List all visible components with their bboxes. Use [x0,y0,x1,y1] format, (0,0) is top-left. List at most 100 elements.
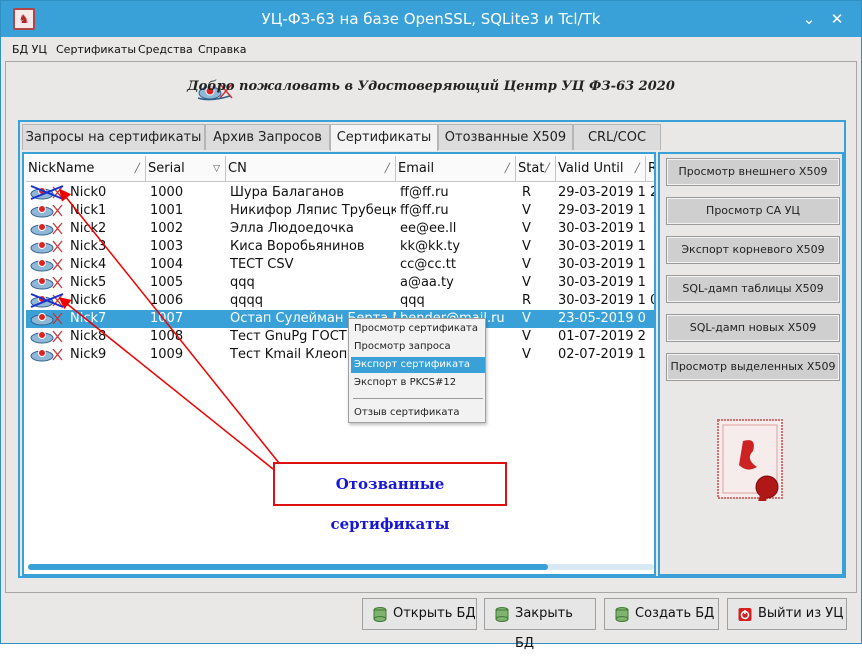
main-window: ♞ УЦ-ФЗ-63 на базе OpenSSL, SQLite3 и Tc… [0,0,862,651]
tab-certificates[interactable]: Сертификаты [330,124,438,151]
menu-tools[interactable]: Средства [138,43,193,56]
table-cell-email: ee@ee.ll [400,221,457,236]
menu-certificates[interactable]: Сертификаты [56,43,136,56]
ctx-view-certificate[interactable]: Просмотр сертификата [351,321,485,337]
table-row[interactable]: Nick0 1000 Шура Балаганов ff@ff.ru R 29-03-20… [26,184,654,202]
table-cell-extra: 28 [650,184,654,202]
table-cell-nick: Nick1 [70,203,107,218]
table-cell-stat: V [522,347,531,362]
minimize-button[interactable]: ⌄ [799,9,819,29]
table-cell-nick: Nick8 [70,329,107,344]
view-external-x509-button[interactable]: Просмотр внешнего X509 [666,158,840,186]
column-header-status[interactable]: Stat ╱ [516,156,556,182]
table-cell-nick: Nick7 [70,311,107,326]
table-cell-serial: 1005 [150,275,184,290]
ctx-export-pkcs12[interactable]: Экспорт в PKCS#12 [351,375,485,391]
table-row[interactable]: Nick1 1001 Никифор Ляпис Трубецкой ff@ff.ru… [26,202,654,220]
table-cell-nick: Nick3 [70,239,107,254]
open-db-button[interactable]: Открыть БД [362,598,477,630]
table-cell-valid: 01-07-2019 20 [558,329,646,344]
horizontal-scrollbar[interactable] [28,564,654,570]
table-cell-cn: Элла Людоедочка [230,221,354,236]
column-header-serial[interactable]: Serial ▽ [146,156,226,182]
close-db-button[interactable]: Закрыть БД [484,598,596,651]
table-cell-nick: Nick5 [70,275,107,290]
view-selected-x509-button[interactable]: Просмотр выделенных X509 [666,353,840,381]
certificate-seal-icon [717,419,783,501]
menu-help[interactable]: Справка [198,43,246,56]
tab-crl[interactable]: CRL/COC [573,124,661,150]
column-header-cn[interactable]: CN ╱ [226,156,396,182]
table-cell-serial: 1004 [150,257,184,272]
table-cell-serial: 1008 [150,329,184,344]
menu-bar: БД УЦ Сертификаты Средства Справка [1,37,861,59]
welcome-text: Добро пожаловать в Удостоверяющий Центр … [187,79,675,94]
table-cell-extra [650,274,654,292]
table-cell-extra [650,256,654,274]
table-row[interactable]: Nick4 1004 ТЕСТ CSV cc@cc.tt V 30-03-2019 17 [26,256,654,274]
table-cell-stat: V [522,257,531,272]
table-cell-extra [650,328,654,346]
tab-requests-archive[interactable]: Архив Запросов [205,124,330,150]
table-cell-stat: R [522,185,532,200]
create-db-button[interactable]: Создать БД [604,598,719,630]
sql-dump-table-button[interactable]: SQL-дамп таблицы X509 [666,275,840,303]
revoked-callout: Отозванные сертификаты [273,462,507,533]
certificate-icon [30,348,63,362]
close-button[interactable]: ✕ [827,9,847,29]
table-cell-serial: 1006 [150,293,184,308]
tab-requests[interactable]: Запросы на сертификаты [22,124,205,150]
database-open-icon [373,607,387,622]
table-cell-serial: 1003 [150,239,184,254]
column-header-valid-until[interactable]: Valid Until ╱ [556,156,646,182]
actions-panel: Просмотр внешнего X509 Просмотр CA УЦ Эк… [658,152,844,576]
sql-dump-new-button[interactable]: SQL-дамп новых X509 [666,314,840,342]
ctx-revoke-certificate[interactable]: Отзыв сертификата [351,405,485,421]
table-cell-serial: 1000 [150,185,184,200]
database-close-icon [495,607,509,622]
table-row[interactable]: Nick8 1008 Тест GnuPg ГОСТ V 01-07-2019 20 [26,328,654,346]
table-cell-serial: 1007 [150,311,184,326]
export-root-x509-button[interactable]: Экспорт корневого X509 [666,236,840,264]
title-bar: ♞ УЦ-ФЗ-63 на базе OpenSSL, SQLite3 и Tc… [1,1,861,37]
table-cell-email: kk@kk.ty [400,239,461,254]
table-row[interactable]: Nick5 1005 qqq a@aa.ty V 30-03-2019 19 [26,274,654,292]
table-row[interactable]: Nick9 1009 Тест Kmail Клеопатра V 02-07-2019… [26,346,654,364]
scrollbar-thumb[interactable] [28,564,548,570]
table-cell-serial: 1002 [150,221,184,236]
column-header-nickname[interactable]: NickName ╱ [26,156,146,182]
table-cell-extra [650,220,654,238]
certificate-icon [30,312,63,326]
table-cell-stat: R [522,293,532,308]
certificate-icon [30,276,63,290]
table-cell-email: ff@ff.ru [400,185,449,200]
menu-db[interactable]: БД УЦ [12,43,47,56]
certificate-icon [30,258,63,272]
table-cell-stat: V [522,311,531,326]
table-row[interactable]: Nick71007Остап Сулейман Берта Маbender@m… [26,310,654,328]
table-cell-valid: 30-03-2019 17 [558,257,646,272]
table-cell-cn: qqqq [230,293,264,308]
revoked-certificate-icon [30,185,64,200]
column-header-extra[interactable]: Re [646,156,654,182]
table-row[interactable]: Nick2 1002 Элла Людоедочка ee@ee.ll V 30-03-2… [26,220,654,238]
table-row[interactable]: Nick61006qqqqqqqR30-03-2019 1905 [26,292,654,310]
view-ca-button[interactable]: Просмотр CA УЦ [666,197,840,225]
ctx-export-certificate[interactable]: Экспорт сертификата [351,357,485,373]
table-cell-valid: 29-03-2019 13 [558,203,646,218]
table-cell-cn: Шура Балаганов [230,185,345,200]
ctx-separator [353,398,483,399]
exit-button[interactable]: Выйти из УЦ [727,598,847,630]
ctx-view-request[interactable]: Просмотр запроса [351,339,485,355]
column-header-email[interactable]: Email ╱ [396,156,516,182]
table-cell-email: qqq [400,293,425,308]
certificate-icon [30,204,63,218]
tab-revoked-x509[interactable]: Отозванные X509 [438,124,573,150]
table-cell-stat: V [522,329,531,344]
certificate-icon [30,222,63,236]
table-row[interactable]: Nick3 1003 Киса Воробьянинов kk@kk.ty V 30-03… [26,238,654,256]
table-cell-email: ff@ff.ru [400,203,449,218]
table-cell-nick: Nick9 [70,347,107,362]
table-cell-cn: qqq [230,275,255,290]
table-cell-cn: Киса Воробьянинов [230,239,365,254]
